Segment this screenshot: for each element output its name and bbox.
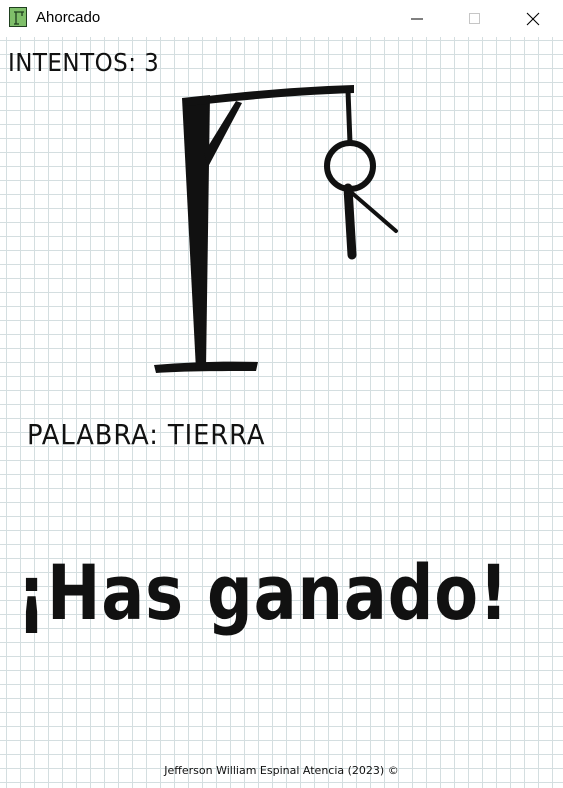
attempts-label: INTENTOS: 3	[8, 48, 160, 77]
minimize-icon	[411, 18, 423, 19]
window-title: Ahorcado	[36, 9, 101, 26]
game-canvas: INTENTOS: 3 PALABRA: TIERRA ¡Has ganado!…	[0, 37, 563, 788]
credit-text: Jefferson William Espinal Atencia (2023)…	[164, 764, 399, 777]
result-message: ¡Has ganado!	[17, 548, 509, 637]
word-label: PALABRA: TIERRA	[27, 418, 266, 451]
maximize-icon	[469, 12, 480, 24]
hangman-drawing	[154, 85, 398, 373]
app-icon	[9, 7, 27, 27]
title-bar[interactable]: Ahorcado	[0, 0, 563, 37]
gallows-post	[182, 95, 210, 370]
close-button[interactable]	[504, 0, 562, 37]
hangman-arm	[350, 191, 398, 233]
app-window: Ahorcado INTENTOS: 3 PALABRA: TIERRA ¡Ha…	[0, 0, 563, 788]
rope	[345, 88, 353, 146]
minimize-button[interactable]	[388, 0, 446, 37]
hangman-body	[343, 183, 357, 260]
hangman-head	[324, 140, 376, 192]
close-icon	[526, 12, 540, 25]
maximize-button[interactable]	[446, 0, 504, 37]
